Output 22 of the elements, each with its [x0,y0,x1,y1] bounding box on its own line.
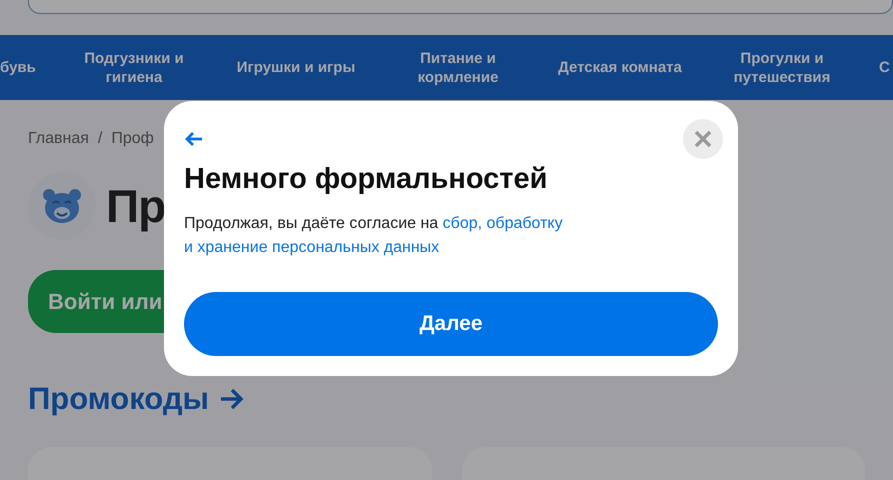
dialog-title: Немного формальностей [184,163,548,196]
consent-link[interactable]: сбор, обработку [442,215,563,232]
consent-text: Продолжая, вы даёте согласие на сбор, обработку и хранение персональных данных [184,214,564,258]
close-icon [694,130,712,148]
nav-item[interactable]: Питание и кормление [377,48,539,86]
nav-item[interactable]: С [863,58,893,77]
nav-item[interactable]: Игрушки и игры [215,58,377,77]
nav-item[interactable]: Детская комната [539,58,701,77]
bear-icon [42,188,82,224]
arrow-right-icon [219,387,245,411]
close-button[interactable] [683,119,723,159]
nav-item[interactable]: Подгузники и гигиена [53,48,215,86]
breadcrumb-separator: / [98,130,102,148]
consent-link[interactable]: и хранение персональных данных [184,239,440,256]
nav-item[interactable]: бувь [0,58,53,77]
back-arrow-icon[interactable] [184,131,204,147]
breadcrumb-link[interactable]: Проф [111,130,154,148]
nav-item[interactable]: Прогулки и путешествия [701,48,863,86]
page-title: Пр [106,179,166,233]
breadcrumb-link[interactable]: Главная [28,130,89,148]
next-button[interactable]: Далее [184,292,718,356]
section-heading[interactable]: Промокоды [28,381,209,417]
